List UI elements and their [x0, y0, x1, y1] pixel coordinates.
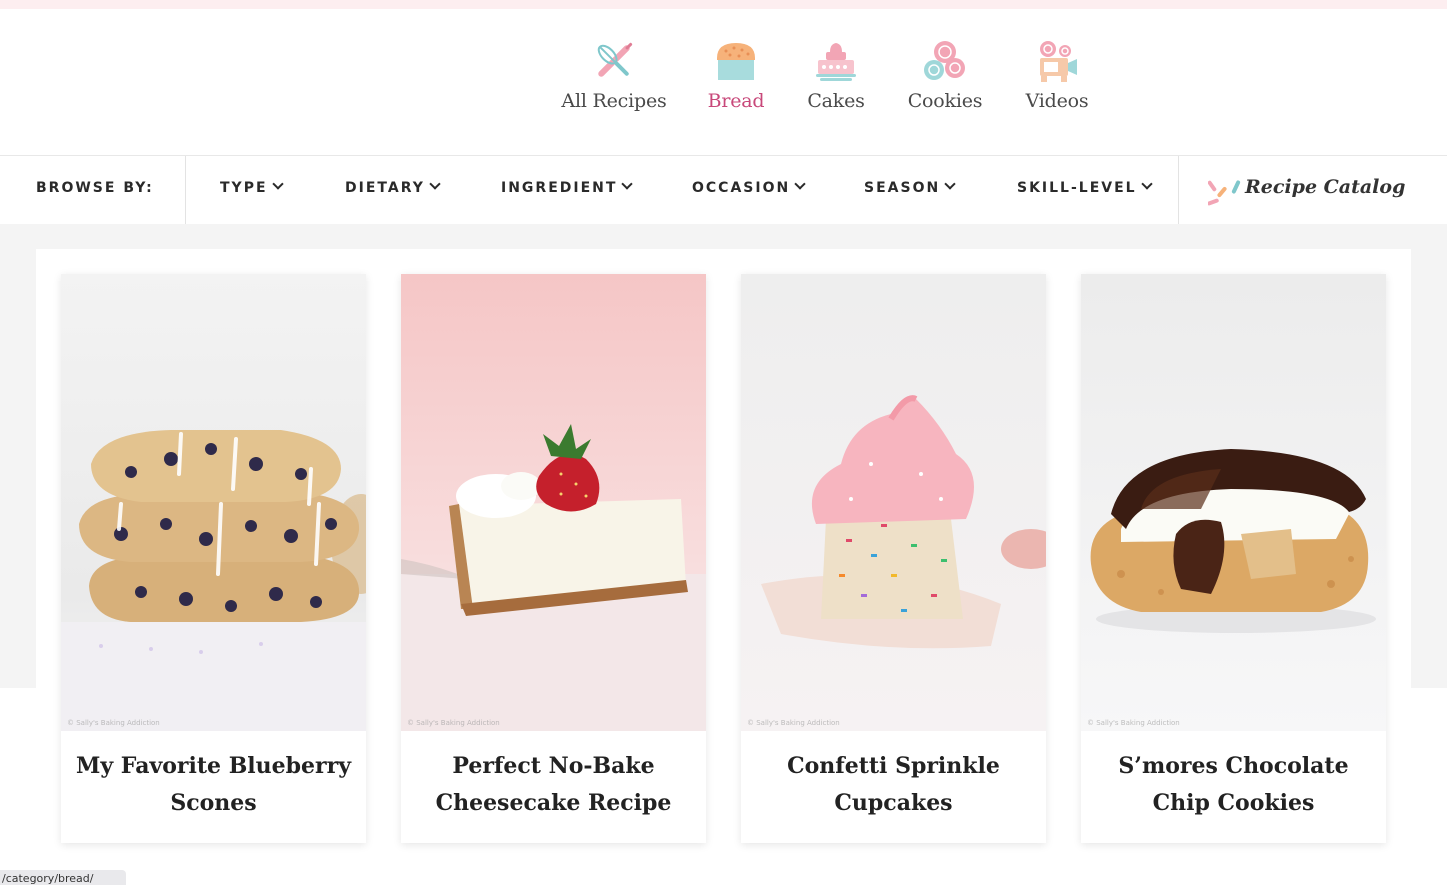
filter-label: SEASON	[864, 180, 941, 196]
video-camera-icon	[1040, 41, 1077, 82]
filter-occasion-dropdown[interactable]: OCCASION	[692, 178, 806, 196]
chevron-down-icon	[1140, 178, 1153, 190]
category-nav: All Recipes Bread Cakes Cookies Videos	[0, 38, 1447, 138]
cookies-icon	[924, 41, 965, 80]
nav-label: Videos	[1025, 90, 1089, 112]
blueberry-scones-photo: © Sally's Baking Addiction	[61, 274, 366, 731]
recipe-catalog-label: Recipe Catalog	[1245, 176, 1406, 198]
filter-label: SKILL-LEVEL	[1017, 180, 1137, 196]
nav-label: Cookies	[907, 90, 983, 112]
rolling-pin-whisk-icon	[597, 42, 633, 77]
chevron-down-icon	[621, 178, 634, 190]
status-bar-url: /category/bread/	[0, 870, 126, 885]
recipe-title: Confetti Sprinkle Cupcakes	[787, 753, 1000, 816]
nav-item-cakes[interactable]: Cakes	[781, 38, 891, 112]
recipe-title: My Favorite Blueberry Scones	[76, 753, 351, 816]
chevron-down-icon	[944, 178, 956, 190]
divider	[185, 156, 186, 224]
photo-watermark: © Sally's Baking Addiction	[407, 719, 500, 727]
filter-label: TYPE	[220, 180, 268, 196]
chevron-down-icon	[271, 178, 284, 190]
nav-item-cookies[interactable]: Cookies	[890, 38, 1000, 112]
filter-label: DIETARY	[345, 180, 425, 196]
divider	[1178, 156, 1179, 224]
nav-label: Bread	[707, 90, 765, 112]
sprinkles-icon	[1208, 180, 1241, 206]
recipe-catalog-link[interactable]: Recipe Catalog	[1208, 170, 1408, 210]
filter-ingredient-dropdown[interactable]: INGREDIENT	[501, 178, 634, 196]
nav-item-bread[interactable]: Bread	[681, 38, 791, 112]
recipe-card[interactable]: © Sally's Baking Addiction Perfect No-Ba…	[401, 274, 706, 843]
browse-by-label: BROWSE BY:	[36, 180, 154, 196]
nav-item-videos[interactable]: Videos	[1002, 38, 1112, 112]
nav-label: Cakes	[807, 90, 865, 112]
filter-label: OCCASION	[692, 180, 791, 196]
confetti-cupcake-photo: © Sally's Baking Addiction	[741, 274, 1046, 731]
recipe-title: Perfect No-Bake Cheesecake Recipe	[435, 753, 672, 816]
nav-label: All Recipes	[561, 90, 667, 112]
chevron-down-icon	[794, 178, 806, 190]
photo-watermark: © Sally's Baking Addiction	[1087, 719, 1180, 727]
photo-watermark: © Sally's Baking Addiction	[67, 719, 160, 727]
filter-type-dropdown[interactable]: TYPE	[220, 178, 284, 196]
browse-bar: BROWSE BY: TYPE DIETARY INGREDIENT OCCAS…	[0, 155, 1447, 224]
chevron-down-icon	[429, 178, 441, 190]
no-bake-cheesecake-photo: © Sally's Baking Addiction	[401, 274, 706, 731]
recipe-card[interactable]: © Sally's Baking Addiction My Favorite B…	[61, 274, 366, 843]
top-accent-strip	[0, 0, 1447, 9]
nav-item-all-recipes[interactable]: All Recipes	[559, 38, 669, 112]
filter-dietary-dropdown[interactable]: DIETARY	[345, 178, 441, 196]
smores-cookie-photo: © Sally's Baking Addiction	[1081, 274, 1386, 731]
filter-label: INGREDIENT	[501, 180, 618, 196]
filter-skill-level-dropdown[interactable]: SKILL-LEVEL	[1017, 178, 1153, 196]
cake-icon	[816, 43, 856, 81]
bread-loaf-icon	[717, 43, 755, 80]
recipe-card[interactable]: © Sally's Baking Addiction Confetti Spri…	[741, 274, 1046, 843]
filter-season-dropdown[interactable]: SEASON	[864, 178, 956, 196]
recipe-title: S’mores Chocolate Chip Cookies	[1118, 753, 1349, 816]
photo-watermark: © Sally's Baking Addiction	[747, 719, 840, 727]
recipe-card[interactable]: © Sally's Baking Addiction S’mores Choco…	[1081, 274, 1386, 843]
